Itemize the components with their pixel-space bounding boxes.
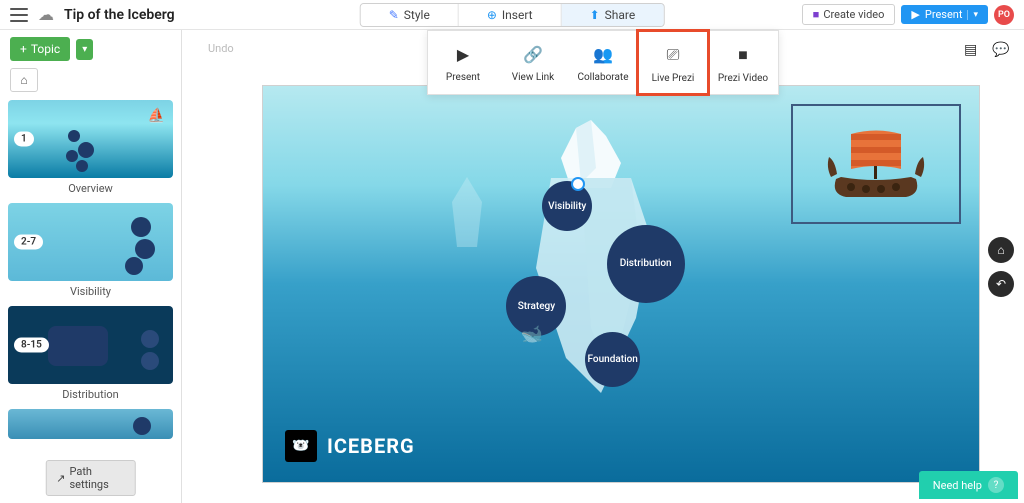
share-panel: ▶ Present 🔗 View Link 👥 Collaborate ⎚ Li… — [427, 30, 779, 95]
topic-dropdown[interactable]: ▾ — [76, 39, 93, 60]
share-prezi-video[interactable]: ■ Prezi Video — [708, 31, 778, 94]
bubble-foundation[interactable]: Foundation — [585, 332, 640, 387]
thumb-distribution[interactable]: 8-15 Distribution — [8, 306, 173, 401]
ship-icon: ⛵ — [148, 108, 165, 124]
back-icon: ↶ — [996, 277, 1006, 291]
thumb-foundation[interactable] — [8, 409, 173, 439]
undo-button[interactable]: Undo — [208, 42, 234, 55]
tab-style-label: Style — [404, 8, 430, 22]
link-icon: 🔗 — [502, 45, 564, 64]
plus-icon: + — [20, 42, 27, 56]
presentation-canvas[interactable]: Visibility Distribution Strategy Foundat… — [262, 85, 980, 483]
viking-ship-icon — [821, 119, 931, 209]
present-dropdown-icon[interactable]: ▾ — [967, 10, 978, 20]
thumb-label: Visibility — [8, 285, 173, 298]
present-label: Present — [925, 8, 963, 21]
topic-label: Topic — [31, 42, 60, 56]
notes-icon[interactable]: ▤ — [964, 42, 982, 60]
share-icon: ⬆ — [590, 8, 600, 22]
presentation-title: Tip of the Iceberg — [64, 7, 175, 23]
need-help-label: Need help — [933, 479, 982, 492]
background-iceberg — [442, 177, 492, 257]
create-video-button[interactable]: ■ Create video — [802, 4, 896, 25]
thumb-label: Overview — [8, 182, 173, 195]
logo-badge: 🐻‍❄️ — [285, 430, 317, 462]
need-help-button[interactable]: Need help ? — [919, 471, 1018, 499]
fish-icon: 🐋 — [521, 324, 543, 345]
topbar-right: ■ Create video ▶ Present ▾ PO — [802, 4, 1014, 25]
thumb-label: Distribution — [8, 388, 173, 401]
play-icon: ▶ — [432, 45, 494, 64]
share-prezi-video-label: Prezi Video — [718, 73, 768, 84]
thumb-overview[interactable]: ⛵ 1 Overview — [8, 100, 173, 195]
insert-icon: ⊕ — [487, 8, 497, 22]
canvas-float-buttons: ⌂ ↶ — [988, 237, 1014, 297]
video-icon: ■ — [813, 8, 820, 21]
path-icon: ↗ — [56, 472, 65, 485]
zoom-back-button[interactable]: ↶ — [988, 271, 1014, 297]
tab-share[interactable]: ⬆ Share — [562, 4, 664, 26]
play-icon: ▶ — [911, 8, 919, 21]
tab-insert[interactable]: ⊕ Insert — [459, 4, 562, 26]
share-collaborate[interactable]: 👥 Collaborate — [568, 31, 638, 94]
path-settings-label: Path settings — [69, 465, 124, 491]
style-icon: ✎ — [389, 8, 399, 22]
share-view-link-label: View Link — [512, 72, 555, 83]
canvas-tools: ▤ 💬 — [964, 42, 1010, 60]
path-settings-button[interactable]: ↗ Path settings — [45, 460, 136, 496]
thumb-badge: 1 — [14, 132, 34, 147]
share-present[interactable]: ▶ Present — [428, 31, 498, 94]
menu-icon[interactable] — [10, 8, 28, 22]
cast-icon: ⎚ — [642, 45, 704, 65]
canvas-area: Undo ▤ 💬 ▶ Present 🔗 View Link 👥 Collabo… — [182, 30, 1024, 503]
sidebar-top: + Topic ▾ — [0, 30, 181, 68]
add-topic-button[interactable]: + Topic — [10, 37, 70, 61]
bubble-visibility[interactable]: Visibility — [542, 181, 592, 231]
tab-style[interactable]: ✎ Style — [361, 4, 459, 26]
thumb-badge: 8-15 — [14, 338, 49, 353]
zoom-home-button[interactable]: ⌂ — [988, 237, 1014, 263]
home-icon: ⌂ — [20, 73, 27, 87]
present-button[interactable]: ▶ Present ▾ — [901, 5, 988, 24]
logo-area: 🐻‍❄️ ICEBERG — [285, 430, 415, 462]
bubble-distribution[interactable]: Distribution — [607, 225, 685, 303]
thumb-badge: 2-7 — [14, 235, 43, 250]
people-icon: 👥 — [572, 45, 634, 64]
home-icon: ⌂ — [997, 243, 1004, 257]
thumb-visibility[interactable]: 2-7 Visibility — [8, 203, 173, 298]
top-bar: ☁ Tip of the Iceberg ✎ Style ⊕ Insert ⬆ … — [0, 0, 1024, 30]
slide-thumbnails: ⛵ 1 Overview 2-7 Visibility — [0, 100, 181, 503]
cloud-sync-icon[interactable]: ☁ — [38, 5, 54, 24]
sidebar: + Topic ▾ ⌂ ⛵ 1 Overview — [0, 30, 182, 503]
help-icon: ? — [988, 477, 1004, 493]
ship-frame[interactable] — [791, 104, 961, 224]
tab-insert-label: Insert — [502, 8, 533, 22]
workspace: + Topic ▾ ⌂ ⛵ 1 Overview — [0, 30, 1024, 503]
user-avatar[interactable]: PO — [994, 5, 1014, 25]
share-present-label: Present — [446, 72, 480, 83]
share-live-prezi[interactable]: ⎚ Live Prezi — [638, 31, 708, 94]
share-live-prezi-label: Live Prezi — [652, 73, 695, 84]
tab-share-label: Share — [605, 8, 636, 22]
location-pin-icon[interactable] — [571, 177, 585, 191]
create-video-label: Create video — [823, 8, 884, 21]
mode-tabs: ✎ Style ⊕ Insert ⬆ Share — [360, 3, 665, 27]
share-collaborate-label: Collaborate — [577, 72, 628, 83]
share-view-link[interactable]: 🔗 View Link — [498, 31, 568, 94]
comments-icon[interactable]: 💬 — [992, 42, 1010, 60]
logo-text: ICEBERG — [327, 434, 415, 458]
home-button[interactable]: ⌂ — [10, 68, 38, 92]
video-icon: ■ — [712, 45, 774, 65]
